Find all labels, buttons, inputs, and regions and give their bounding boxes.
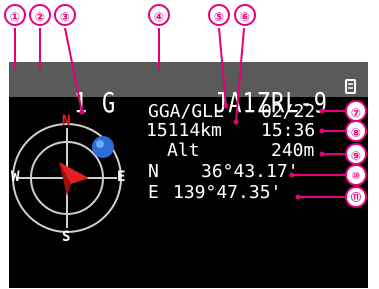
longitude-direction: E	[148, 182, 159, 203]
date-display: 02/22	[261, 101, 316, 122]
altitude-label: Alt	[167, 140, 200, 161]
distance-display: 15114km	[146, 120, 222, 141]
latitude-direction: N	[148, 161, 159, 182]
callout-2: ②	[29, 4, 51, 26]
latitude-value: 36°43.17'	[201, 161, 299, 182]
lcd-screen: 1 G JA1ZRL-9 N E S W GGA/GLL 02/22 15114…	[9, 62, 368, 288]
compass-south-label: S	[62, 229, 71, 245]
callout-5: ⑤	[208, 4, 230, 26]
callout-4: ④	[148, 4, 170, 26]
callout-11: ⑪	[345, 186, 367, 208]
callout-10: ⑩	[345, 164, 367, 186]
callout-6: ⑥	[234, 4, 256, 26]
compass-east-label: E	[117, 169, 126, 185]
callout-1: ①	[4, 4, 26, 26]
callout-7: ⑦	[345, 100, 367, 122]
sentence-type: GGA/GLL	[148, 101, 224, 122]
callout-3: ③	[54, 4, 76, 26]
longitude-value: 139°47.35'	[173, 182, 282, 203]
compass-north-label: N	[62, 113, 71, 129]
time-display: 15:36	[261, 120, 316, 141]
speaker-icon	[345, 79, 356, 94]
altitude-value: 240m	[271, 140, 315, 161]
callout-9: ⑨	[345, 143, 367, 165]
station-dot	[92, 136, 114, 158]
compass-west-label: W	[11, 169, 20, 185]
direction-needle	[59, 162, 89, 196]
lcd-graphics	[12, 79, 356, 233]
callout-8: ⑧	[345, 120, 367, 142]
